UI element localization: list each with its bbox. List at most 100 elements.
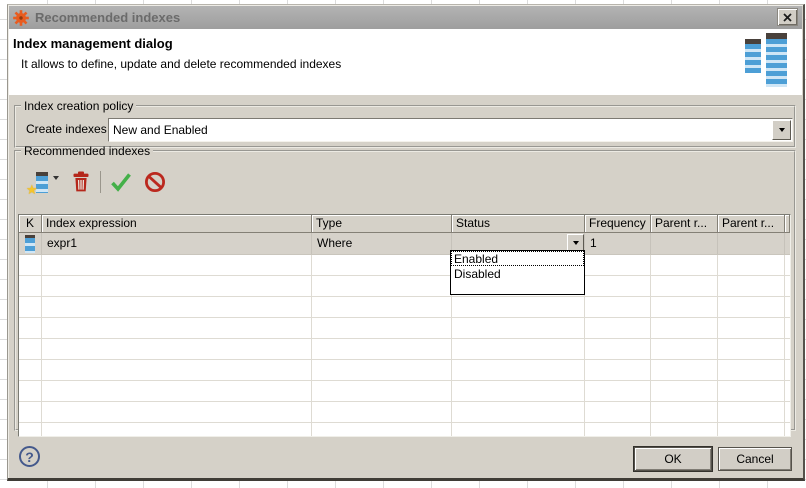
indexes-toolbar: ★ — [28, 168, 166, 198]
empty-cell — [452, 318, 585, 338]
empty-cell — [19, 255, 42, 275]
empty-cell — [312, 339, 452, 359]
empty-cell — [585, 255, 651, 275]
empty-cell — [585, 318, 651, 338]
no-entry-icon — [144, 171, 166, 196]
check-icon — [110, 172, 132, 195]
parent-cell-2 — [718, 233, 785, 254]
empty-cell — [42, 381, 312, 401]
table-empty-row — [19, 339, 790, 360]
empty-cell — [452, 381, 585, 401]
empty-cell — [718, 381, 785, 401]
empty-cell — [718, 297, 785, 317]
empty-cell — [19, 297, 42, 317]
empty-cell — [785, 339, 790, 359]
gear-icon — [13, 10, 29, 26]
empty-cell — [452, 297, 585, 317]
empty-cell — [585, 339, 651, 359]
empty-cell — [452, 360, 585, 380]
empty-cell — [19, 276, 42, 296]
group-title: Index creation policy — [21, 99, 136, 113]
empty-cell — [651, 318, 718, 338]
empty-cell — [718, 255, 785, 275]
index-banner-icon-large — [766, 33, 787, 87]
empty-cell — [785, 402, 790, 422]
table-empty-row — [19, 255, 790, 276]
empty-cell — [19, 381, 42, 401]
table-header-row: K Index expression Type Status Frequency… — [19, 215, 790, 233]
table-empty-row — [19, 297, 790, 318]
empty-cell — [718, 423, 785, 437]
status-combo-chevron-down-icon[interactable] — [567, 234, 584, 251]
column-header-frequency[interactable]: Frequency — [585, 215, 651, 233]
help-button[interactable]: ? — [19, 446, 40, 467]
disable-index-button[interactable] — [144, 171, 166, 196]
titlebar[interactable]: Recommended indexes — [9, 6, 802, 29]
table-empty-row — [19, 381, 790, 402]
ok-button[interactable]: OK — [634, 447, 712, 471]
window-title: Recommended indexes — [35, 10, 180, 25]
empty-cell — [718, 360, 785, 380]
empty-cell — [718, 402, 785, 422]
empty-cell — [651, 339, 718, 359]
empty-cell — [42, 402, 312, 422]
enable-index-button[interactable] — [110, 172, 132, 195]
filler-cell — [785, 233, 790, 254]
empty-cell — [312, 255, 452, 275]
column-header-type[interactable]: Type — [312, 215, 452, 233]
empty-cell — [651, 360, 718, 380]
empty-cell — [651, 255, 718, 275]
empty-cell — [19, 423, 42, 437]
column-header-parent-2[interactable]: Parent r... — [718, 215, 785, 233]
column-header-k[interactable]: K — [19, 215, 42, 233]
group-title: Recommended indexes — [21, 144, 153, 158]
column-header-filler — [785, 215, 790, 233]
status-dropdown-list: Enabled Disabled — [450, 250, 585, 295]
empty-cell — [585, 297, 651, 317]
add-index-menu-chevron-down-icon[interactable] — [53, 176, 59, 180]
empty-cell — [19, 339, 42, 359]
close-icon — [783, 10, 792, 25]
dialog-recommended-indexes: Recommended indexes Index management dia… — [7, 4, 805, 481]
status-option-enabled[interactable]: Enabled — [451, 251, 584, 266]
column-header-status[interactable]: Status — [452, 215, 585, 233]
empty-cell — [42, 276, 312, 296]
empty-cell — [585, 381, 651, 401]
empty-cell — [585, 360, 651, 380]
empty-cell — [42, 339, 312, 359]
empty-cell — [785, 381, 790, 401]
toolbar-separator — [100, 171, 101, 193]
page-subtitle: It allows to define, update and delete r… — [21, 57, 341, 71]
empty-cell — [312, 381, 452, 401]
table-empty-row — [19, 276, 790, 297]
cancel-button[interactable]: Cancel — [718, 447, 792, 471]
delete-index-button[interactable] — [71, 171, 91, 195]
empty-cell — [785, 297, 790, 317]
empty-cell — [19, 318, 42, 338]
table-row[interactable]: expr1 Where 1 — [19, 233, 790, 255]
empty-cell — [312, 276, 452, 296]
empty-cell — [312, 297, 452, 317]
status-option-disabled[interactable]: Disabled — [451, 266, 584, 281]
column-header-parent-1[interactable]: Parent r... — [651, 215, 718, 233]
empty-cell — [19, 402, 42, 422]
add-index-icon: ★ — [28, 171, 50, 195]
empty-cell — [585, 423, 651, 437]
type-cell: Where — [312, 233, 452, 254]
empty-cell — [785, 423, 790, 437]
empty-cell — [785, 276, 790, 296]
close-button[interactable] — [777, 8, 798, 26]
empty-cell — [19, 360, 42, 380]
index-banner-icon-small — [745, 39, 761, 73]
create-indexes-combo[interactable]: New and Enabled — [108, 118, 793, 142]
empty-cell — [785, 360, 790, 380]
empty-cell — [785, 318, 790, 338]
expression-cell: expr1 — [42, 233, 312, 254]
table-empty-row — [19, 318, 790, 339]
column-header-index-expression[interactable]: Index expression — [42, 215, 312, 233]
page-title: Index management dialog — [13, 36, 173, 51]
combo-value: New and Enabled — [109, 123, 771, 137]
empty-cell — [651, 297, 718, 317]
add-index-button[interactable]: ★ — [28, 171, 50, 195]
table-empty-row — [19, 423, 790, 437]
